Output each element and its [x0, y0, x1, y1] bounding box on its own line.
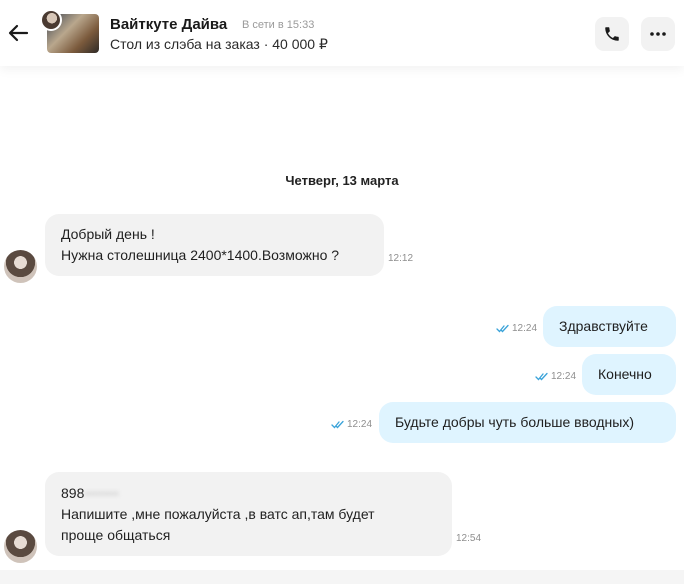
phone-hidden: •••••••: [84, 485, 119, 501]
date-separator: Четверг, 13 марта: [285, 173, 399, 188]
message-line: Добрый день !: [61, 226, 155, 242]
outgoing-message[interactable]: Будьте добры чуть больше вводных): [379, 402, 676, 443]
more-dots-icon: [650, 32, 666, 36]
call-button[interactable]: [595, 17, 629, 51]
read-ticks-icon: [331, 420, 344, 429]
outgoing-message[interactable]: Конечно: [582, 354, 676, 395]
message-line: проще общаться: [61, 527, 171, 543]
outgoing-message[interactable]: Здравствуйте: [543, 306, 676, 347]
message-time: 12:24: [512, 323, 538, 334]
read-ticks-icon: [496, 324, 509, 333]
contact-avatar[interactable]: [40, 9, 62, 31]
sender-avatar[interactable]: [4, 530, 37, 563]
incoming-message[interactable]: Добрый день ! Нужна столешница 2400*1400…: [45, 214, 384, 276]
composer-edge: [0, 570, 684, 584]
message-text: Будьте добры чуть больше вводных): [395, 414, 635, 430]
message-line: Нужна столешница 2400*1400.Возможно ?: [61, 247, 340, 263]
online-status: В сети в 15:33: [242, 19, 315, 31]
listing-title[interactable]: Стол из слэба на заказ · 40 000 ₽: [110, 36, 328, 53]
message-time: 12:24: [551, 371, 577, 382]
chat-header: Вайткуте Дайва В сети в 15:33 Стол из сл…: [0, 0, 684, 66]
read-ticks-icon: [535, 372, 548, 381]
phone-icon: [605, 27, 619, 41]
sender-avatar[interactable]: [4, 250, 37, 283]
message-time: 12:24: [347, 419, 373, 430]
phone-visible: 898: [61, 485, 85, 501]
incoming-message[interactable]: 898••••••• Напишите ,мне пожалуйста ,в в…: [45, 472, 452, 556]
phone-number: 898•••••••: [61, 483, 436, 504]
message-time: 12:12: [388, 253, 414, 264]
arrow-left-icon: [8, 24, 29, 42]
message-text: Конечно: [598, 366, 652, 382]
contact-name[interactable]: Вайткуте Дайва: [110, 16, 227, 33]
message-time: 12:54: [456, 533, 482, 544]
message-line: Напишите ,мне пожалуйста ,в ватс ап,там …: [61, 506, 375, 522]
more-button[interactable]: [641, 17, 675, 51]
back-button[interactable]: [6, 20, 32, 46]
message-text: Здравствуйте: [559, 318, 648, 334]
